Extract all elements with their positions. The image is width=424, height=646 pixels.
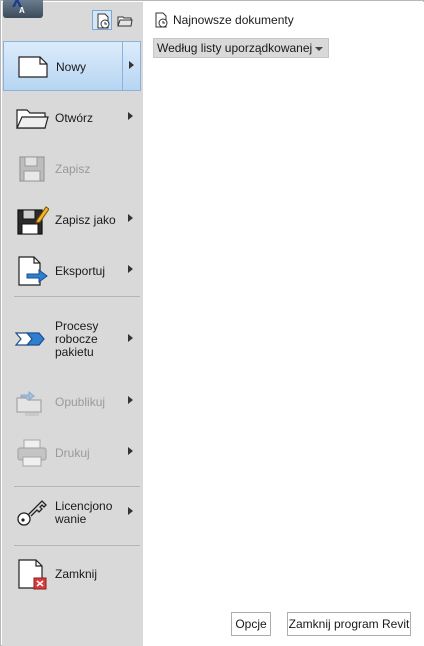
menu-item-label: Procesy robocze pakietu — [55, 313, 98, 365]
submenu-arrow-icon[interactable] — [128, 507, 133, 515]
menu-item-export[interactable]: Eksportuj — [3, 246, 141, 296]
open-folder-icon — [16, 109, 49, 129]
menu-item-publish[interactable]: Opublikuj — [3, 377, 141, 427]
label-line: Procesy — [55, 318, 99, 333]
menu-item-new[interactable]: Nowy — [3, 41, 141, 91]
save-as-icon — [17, 206, 49, 235]
publish-icon — [16, 390, 42, 416]
exit-revit-button[interactable]: Zamknij program Revit — [287, 612, 411, 636]
recent-documents-toggle[interactable] — [92, 10, 112, 30]
open-documents-toggle[interactable] — [114, 10, 134, 30]
menu-item-label: Eksportuj — [55, 263, 106, 278]
label-line: pakietu — [55, 344, 94, 359]
menu-item-label: Opublikuj — [55, 394, 106, 409]
application-menu-left-panel: A Nowy Otwórz Zapisz Zapisz jako Eksport… — [2, 0, 143, 646]
open-documents-icon — [117, 16, 133, 27]
menu-item-save[interactable]: Zapisz — [3, 144, 141, 194]
submenu-arrow-icon[interactable] — [128, 214, 133, 222]
menu-separator — [14, 296, 140, 297]
app-button-letter: A — [19, 6, 25, 15]
submenu-arrow-icon[interactable] — [128, 447, 133, 455]
sort-order-dropdown[interactable]: Według listy uporządkowanej — [153, 38, 329, 58]
floppy-disk-icon — [19, 156, 45, 182]
recent-documents-icon — [155, 12, 168, 28]
menu-separator — [14, 486, 140, 487]
menu-item-label: Zapisz — [55, 161, 91, 176]
recent-documents-header: Najnowsze dokumenty — [153, 12, 294, 28]
menu-item-label: Zapisz jako — [55, 212, 116, 227]
submenu-arrow-icon[interactable] — [128, 112, 133, 120]
menu-item-licensing[interactable]: Licencjono wanie — [3, 488, 141, 538]
key-icon — [17, 500, 47, 526]
menu-item-label: Licencjono wanie — [55, 488, 112, 538]
submenu-arrow-icon[interactable] — [128, 265, 133, 273]
close-document-icon — [18, 559, 47, 590]
recent-documents-panel: Najnowsze dokumenty Według listy uporząd… — [143, 2, 424, 646]
menu-item-open[interactable]: Otwórz — [3, 93, 141, 143]
suite-workflows-icon — [15, 332, 45, 346]
menu-item-save-as[interactable]: Zapisz jako — [3, 195, 141, 245]
menu-separator — [14, 545, 140, 546]
export-icon — [18, 256, 48, 286]
sort-order-value: Według listy uporządkowanej — [157, 41, 313, 55]
submenu-arrow-icon[interactable] — [128, 334, 133, 342]
menu-item-print[interactable]: Drukuj — [3, 428, 141, 478]
options-button[interactable]: Opcje — [231, 612, 271, 636]
submenu-arrow-icon[interactable] — [128, 396, 133, 404]
submenu-arrow-icon[interactable] — [129, 61, 134, 69]
application-button[interactable]: A — [3, 0, 43, 18]
recent-documents-title: Najnowsze dokumenty — [173, 13, 294, 27]
menu-item-close[interactable]: Zamknij — [3, 549, 141, 599]
chevron-down-icon — [315, 47, 323, 51]
label-line: wanie — [55, 512, 87, 526]
printer-icon — [17, 439, 47, 467]
menu-item-label: Drukuj — [55, 445, 90, 460]
label-line: robocze — [55, 331, 98, 346]
application-menu: A Nowy Otwórz Zapisz Zapisz jako Eksport… — [0, 0, 424, 646]
new-document-icon — [18, 56, 48, 78]
menu-item-label: Nowy — [56, 59, 87, 74]
menu-item-label: Otwórz — [55, 110, 94, 125]
recent-documents-icon — [97, 13, 110, 29]
view-toggle-group — [92, 10, 136, 32]
menu-item-label: Zamknij — [55, 566, 98, 581]
menu-item-suite-workflows[interactable]: Procesy robocze pakietu — [3, 313, 141, 365]
